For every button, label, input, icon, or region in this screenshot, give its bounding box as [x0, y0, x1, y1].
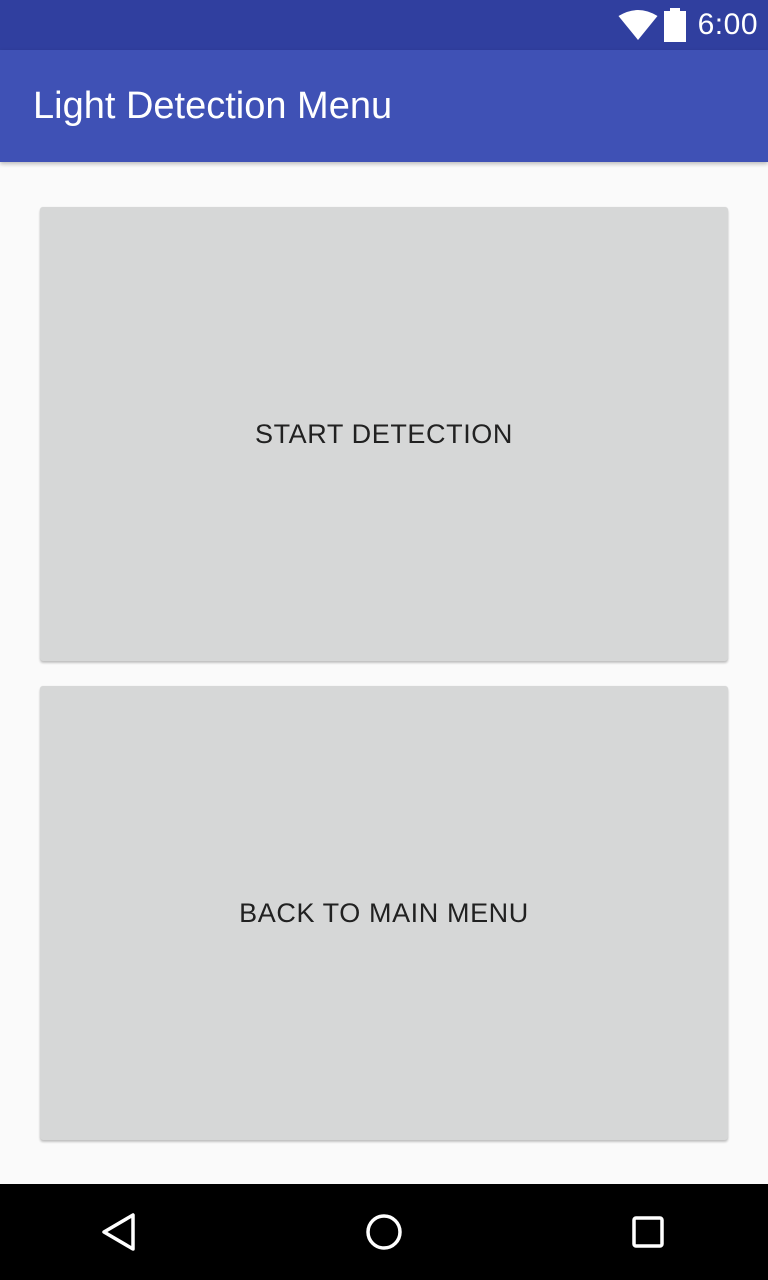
app-bar: Light Detection Menu	[0, 50, 768, 162]
start-detection-button[interactable]: START DETECTION	[40, 207, 728, 661]
status-bar: 6:00	[0, 0, 768, 50]
recents-icon[interactable]	[600, 1184, 696, 1280]
page-title: Light Detection Menu	[33, 85, 393, 127]
status-time: 6:00	[697, 8, 758, 41]
home-icon[interactable]	[336, 1184, 432, 1280]
wifi-icon	[618, 10, 658, 40]
navigation-bar	[0, 1184, 768, 1280]
back-to-main-menu-button[interactable]: BACK TO MAIN MENU	[40, 686, 728, 1140]
battery-icon	[663, 8, 686, 42]
screen: 6:00 Light Detection Menu START DETECTIO…	[0, 0, 768, 1280]
back-icon[interactable]	[72, 1184, 168, 1280]
status-icons: 6:00	[618, 0, 758, 50]
content-area: START DETECTION BACK TO MAIN MENU	[0, 162, 768, 1184]
